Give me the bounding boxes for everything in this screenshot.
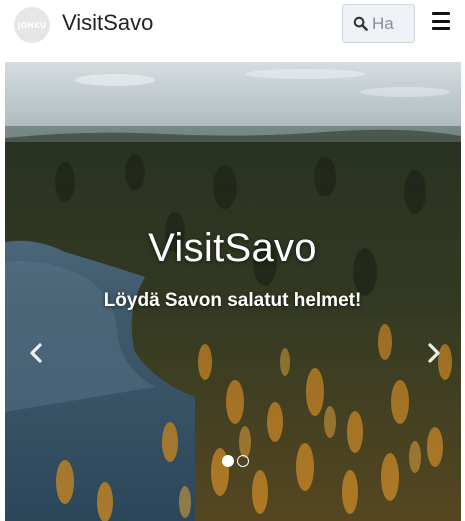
site-logo[interactable]: JOHKU (14, 7, 50, 43)
menu-icon (432, 27, 450, 30)
carousel-indicator-2[interactable] (237, 455, 249, 467)
carousel-indicators (222, 454, 249, 468)
top-navbar: JOHKU VisitSavo (0, 0, 465, 54)
search-input[interactable] (372, 13, 412, 34)
menu-icon (432, 19, 450, 23)
chevron-right-icon (428, 343, 440, 363)
brand-name[interactable]: VisitSavo (62, 10, 153, 36)
search-icon (353, 16, 368, 31)
logo-text: JOHKU (17, 20, 47, 30)
carousel-prev-button[interactable] (24, 338, 48, 368)
chevron-left-icon (30, 343, 42, 363)
hero-title: VisitSavo (148, 226, 317, 270)
carousel-indicator-1[interactable] (222, 455, 234, 467)
menu-button[interactable] (432, 12, 450, 30)
menu-icon (432, 12, 450, 15)
search-box[interactable] (342, 4, 415, 43)
hero-subtitle: Löydä Savon salatut helmet! (103, 290, 362, 311)
carousel-next-button[interactable] (422, 338, 446, 368)
